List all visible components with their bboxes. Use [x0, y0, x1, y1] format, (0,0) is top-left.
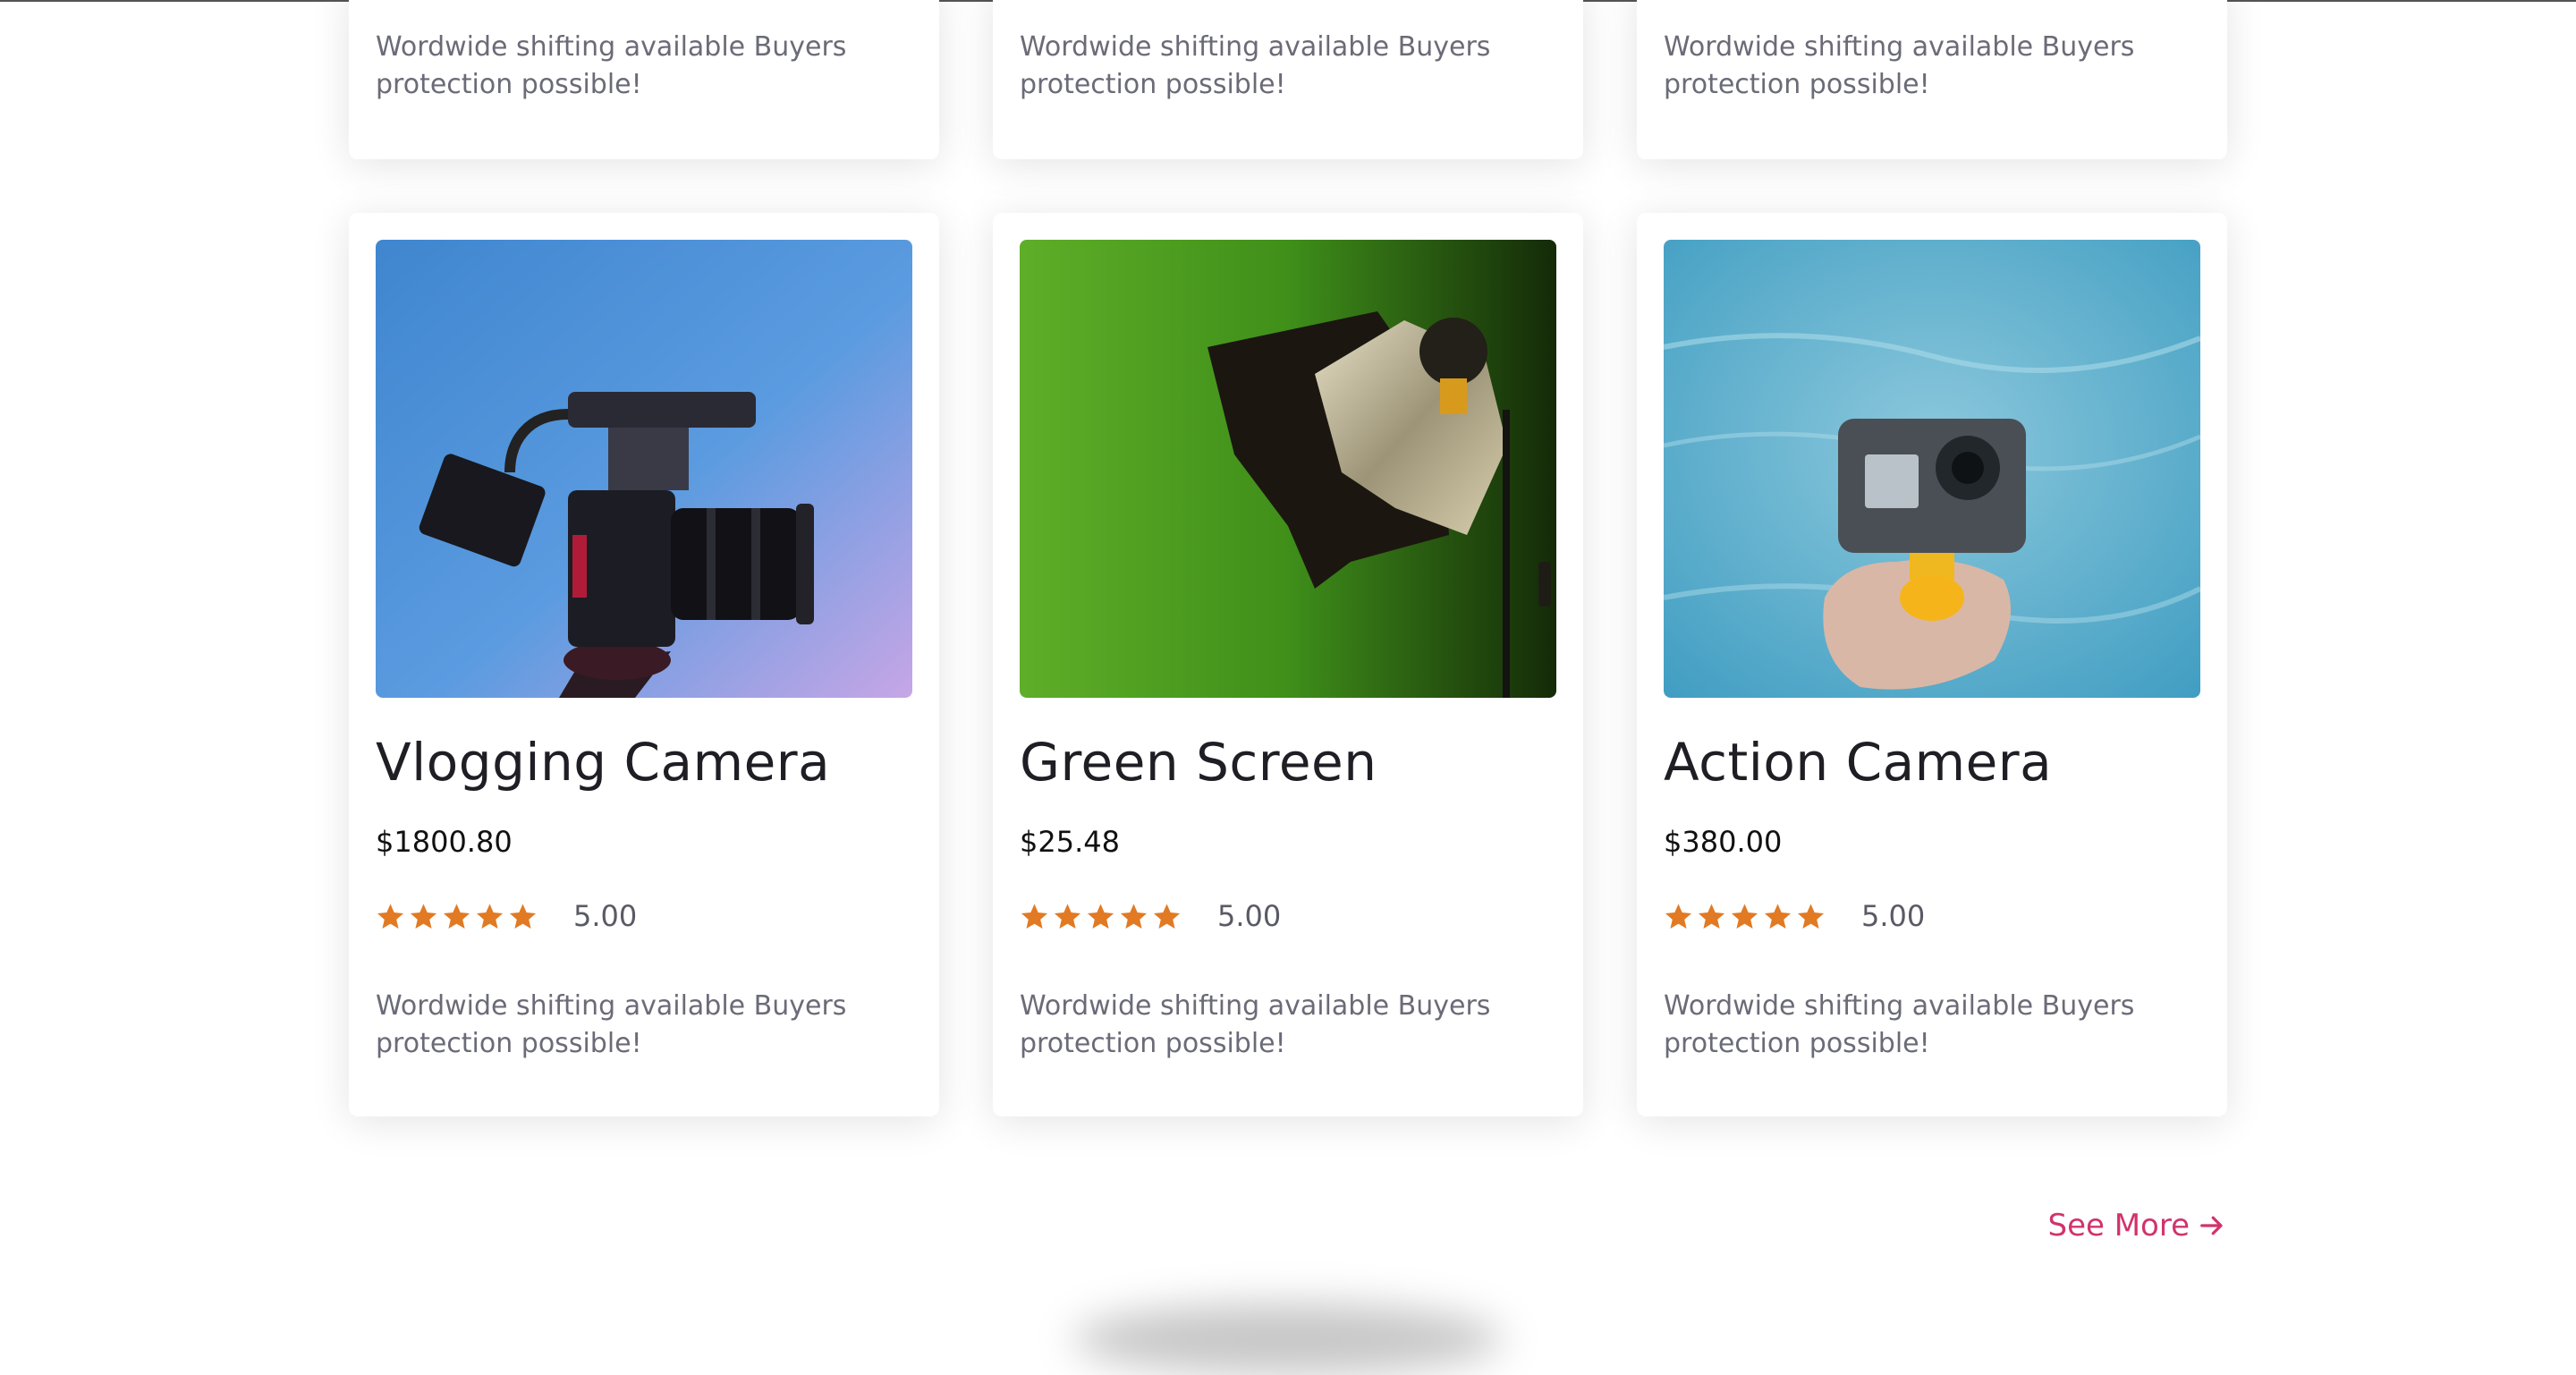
see-more-link[interactable]: See More [2047, 1208, 2227, 1243]
star-icon [377, 903, 404, 929]
star-icon [1021, 903, 1048, 929]
product-card-action-camera[interactable]: Action Camera $380.00 5.00 Wordwide shif… [1637, 213, 2227, 1116]
product-description: Wordwide shifting available Buyers prote… [1020, 31, 1491, 100]
rating-stars [1664, 902, 1826, 931]
star-icon [443, 903, 470, 929]
product-card-partial[interactable]: Wordwide shifting available Buyers prote… [993, 0, 1583, 159]
rating-stars [1020, 902, 1182, 931]
product-description: Wordwide shifting available Buyers prote… [1664, 990, 2135, 1059]
product-title[interactable]: Green Screen [1020, 732, 1377, 793]
star-icon [1731, 903, 1758, 929]
product-title[interactable]: Vlogging Camera [376, 732, 830, 793]
product-card-partial[interactable]: Wordwide shifting available Buyers prote… [349, 0, 939, 159]
rating-value: 5.00 [573, 899, 638, 933]
product-description: Wordwide shifting available Buyers prote… [376, 31, 847, 100]
action-camera-image[interactable] [1664, 240, 2200, 698]
product-card-green-screen[interactable]: Green Screen $25.48 5.00 Wordwide shifti… [993, 213, 1583, 1116]
product-rating: 5.00 [1020, 896, 1281, 936]
product-price: $25.48 [1020, 825, 1120, 859]
star-icon [1054, 903, 1081, 929]
product-card-vlogging-camera[interactable]: Vlogging Camera $1800.80 5.00 Wordwide s… [349, 213, 939, 1116]
product-title[interactable]: Action Camera [1664, 732, 2052, 793]
product-card-partial[interactable]: Wordwide shifting available Buyers prote… [1637, 0, 2227, 159]
product-rating: 5.00 [1664, 896, 1925, 936]
star-icon [509, 903, 537, 929]
see-more-label: See More [2047, 1208, 2190, 1243]
star-icon [1698, 903, 1725, 929]
star-icon [1797, 903, 1825, 929]
floating-element-shadow [1073, 1303, 1503, 1375]
rating-value: 5.00 [1217, 899, 1282, 933]
product-description: Wordwide shifting available Buyers prote… [1020, 990, 1491, 1059]
product-price: $1800.80 [376, 825, 513, 859]
star-icon [1764, 903, 1792, 929]
vlogging-camera-image[interactable] [376, 240, 912, 698]
product-price: $380.00 [1664, 825, 1783, 859]
rating-stars [376, 902, 538, 931]
star-icon [410, 903, 437, 929]
star-icon [1153, 903, 1181, 929]
star-icon [1665, 903, 1692, 929]
product-description: Wordwide shifting available Buyers prote… [1664, 31, 2135, 100]
star-icon [476, 903, 504, 929]
arrow-right-icon [2200, 1216, 2223, 1235]
product-description: Wordwide shifting available Buyers prote… [376, 990, 847, 1059]
green-screen-image[interactable] [1020, 240, 1556, 698]
product-rating: 5.00 [376, 896, 637, 936]
rating-value: 5.00 [1861, 899, 1926, 933]
star-icon [1120, 903, 1148, 929]
star-icon [1087, 903, 1114, 929]
